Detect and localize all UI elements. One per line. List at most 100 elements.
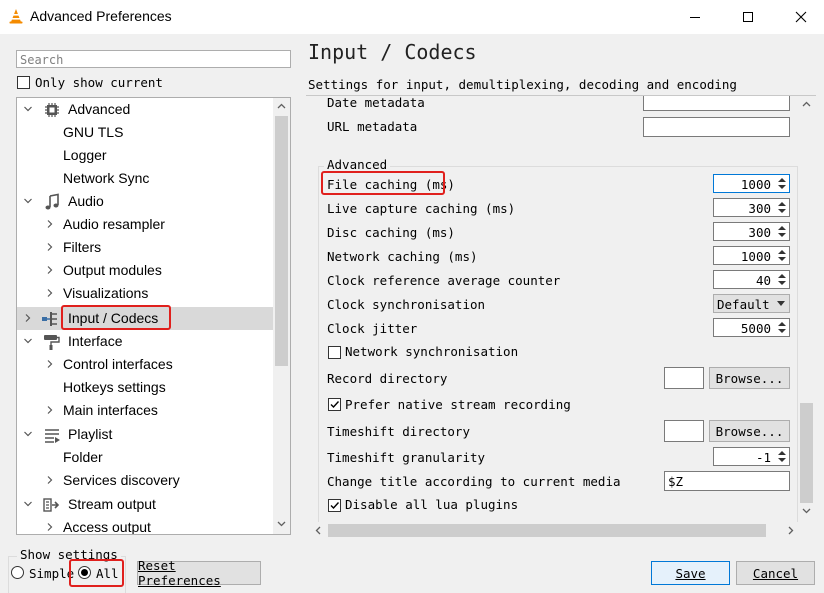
date-metadata-label: Date metadata <box>327 96 425 110</box>
tree-item-label: Access output <box>63 519 151 535</box>
reset-preferences-button[interactable]: Reset Preferences <box>137 558 261 588</box>
chevron-right-icon <box>47 406 53 414</box>
save-button[interactable]: Save <box>651 561 730 585</box>
url-metadata-field[interactable] <box>643 117 790 137</box>
scroll-right-icon[interactable] <box>786 526 795 535</box>
chevron-right-icon <box>47 289 53 297</box>
minimize-icon <box>690 17 700 18</box>
chevron-right-icon <box>47 360 53 368</box>
disc-caching-value: 300 <box>748 225 771 240</box>
chevron-down-icon <box>24 338 32 344</box>
settings-horizontal-scrollbar[interactable] <box>310 522 798 539</box>
tree-item-audio-resampler[interactable]: Audio resampler <box>17 213 273 236</box>
timeshift-granularity-value: -1 <box>755 450 771 465</box>
live-capture-caching-value: 300 <box>748 201 771 216</box>
spinner-arrows-icon[interactable] <box>776 248 788 263</box>
minimize-button[interactable] <box>672 0 718 34</box>
tree-item-folder[interactable]: Folder <box>17 446 273 469</box>
tree-item-label: Playlist <box>68 426 113 442</box>
network-caching-spinbox[interactable]: 1000 <box>713 246 790 265</box>
date-metadata-field[interactable] <box>643 96 790 111</box>
tree-item-gnu-tls[interactable]: GNU TLS <box>17 121 273 144</box>
chip-icon <box>45 103 59 117</box>
spinner-arrows-icon[interactable] <box>776 200 788 215</box>
network-synchronisation-checkbox[interactable] <box>328 346 341 359</box>
tree-item-interface[interactable]: Interface <box>17 330 273 353</box>
live-capture-caching-spinbox[interactable]: 300 <box>713 198 790 217</box>
cancel-button[interactable]: Cancel <box>736 561 815 585</box>
clock-synchronisation-select[interactable]: Default <box>713 294 790 313</box>
codec-icon <box>42 312 57 326</box>
record-directory-field[interactable] <box>664 367 704 389</box>
tree-item-label: Logger <box>63 147 107 163</box>
file-caching-highlight <box>321 171 445 195</box>
search-field[interactable] <box>16 50 291 68</box>
prefer-native-recording-checkbox[interactable] <box>328 398 341 411</box>
scroll-up-icon[interactable] <box>277 102 286 111</box>
record-directory-browse-button[interactable]: Browse... <box>709 367 790 389</box>
disable-lua-plugins-checkbox[interactable] <box>328 499 341 512</box>
tree-item-visualizations[interactable]: Visualizations <box>17 282 273 305</box>
close-icon <box>795 11 807 23</box>
tree-item-access-output[interactable]: Access output <box>17 516 273 535</box>
close-button[interactable] <box>778 0 824 34</box>
simple-radio-label: Simple <box>29 566 75 581</box>
tree-item-hotkeys-settings[interactable]: Hotkeys settings <box>17 376 273 399</box>
tree-item-label: Network Sync <box>63 170 150 186</box>
url-metadata-label: URL metadata <box>327 119 418 134</box>
tree-item-control-interfaces[interactable]: Control interfaces <box>17 353 273 376</box>
disc-caching-spinbox[interactable]: 300 <box>713 222 790 241</box>
tree-item-services-discovery[interactable]: Services discovery <box>17 469 273 492</box>
settings-scrollbar[interactable] <box>798 96 815 520</box>
change-title-field[interactable]: $Z <box>664 471 790 491</box>
panel-title: Input / Codecs <box>308 40 477 64</box>
timeshift-granularity-spinbox[interactable]: -1 <box>713 447 790 466</box>
spinner-arrows-icon[interactable] <box>776 176 788 191</box>
settings-horizontal-scrollbar-thumb[interactable] <box>328 524 766 537</box>
scroll-left-icon[interactable] <box>314 526 323 535</box>
tree-item-audio[interactable]: Audio <box>17 190 273 213</box>
simple-radio[interactable] <box>11 566 24 579</box>
vlc-cone-icon <box>9 9 23 24</box>
clock-jitter-spinbox[interactable]: 5000 <box>713 318 790 337</box>
clock-reference-average-counter-spinbox[interactable]: 40 <box>713 270 790 289</box>
panel-subtitle: Settings for input, demultiplexing, deco… <box>308 77 737 92</box>
tree-item-playlist[interactable]: Playlist <box>17 423 273 446</box>
timeshift-directory-browse-button[interactable]: Browse... <box>709 420 790 442</box>
tree-item-stream-output[interactable]: Stream output <box>17 493 273 516</box>
scroll-down-icon[interactable] <box>802 506 811 515</box>
tree-item-label: Advanced <box>68 101 131 117</box>
tree-item-advanced[interactable]: Advanced <box>17 98 273 121</box>
tree-item-label: Interface <box>68 333 123 349</box>
scroll-up-icon[interactable] <box>802 100 811 109</box>
timeshift-granularity-label: Timeshift granularity <box>327 450 486 465</box>
tree-item-label: Output modules <box>63 262 162 278</box>
chevron-right-icon <box>25 314 31 322</box>
only-show-current-checkbox[interactable] <box>17 76 30 89</box>
maximize-button[interactable] <box>725 0 771 34</box>
tree-item-network-sync[interactable]: Network Sync <box>17 167 273 190</box>
tree-item-label: Audio <box>68 193 104 209</box>
spinner-arrows-icon[interactable] <box>776 449 788 464</box>
tree-item-label: Services discovery <box>63 472 180 488</box>
tree-item-main-interfaces[interactable]: Main interfaces <box>17 399 273 422</box>
tree-scrollbar[interactable] <box>273 98 290 534</box>
settings-scrollbar-thumb[interactable] <box>800 403 813 503</box>
spinner-arrows-icon[interactable] <box>776 224 788 239</box>
file-caching-spinbox[interactable]: 1000 <box>713 174 790 193</box>
search-input[interactable] <box>17 52 290 68</box>
window-title: Advanced Preferences <box>30 8 172 24</box>
timeshift-directory-field[interactable] <box>664 420 704 442</box>
tree-scrollbar-thumb[interactable] <box>275 116 288 366</box>
settings-scroll-area: Date metadata URL metadata Advanced File… <box>310 96 814 538</box>
tree-item-output-modules[interactable]: Output modules <box>17 259 273 282</box>
tree-item-label: Filters <box>63 239 102 255</box>
spinner-arrows-icon[interactable] <box>776 320 788 335</box>
scroll-down-icon[interactable] <box>277 519 286 528</box>
clock-synchronisation-label: Clock synchronisation <box>327 297 486 312</box>
dropdown-arrow-icon <box>777 301 785 306</box>
tree-item-logger[interactable]: Logger <box>17 144 273 167</box>
tree-item-filters[interactable]: Filters <box>17 236 273 259</box>
spinner-arrows-icon[interactable] <box>776 272 788 287</box>
music-note-icon <box>45 193 59 210</box>
